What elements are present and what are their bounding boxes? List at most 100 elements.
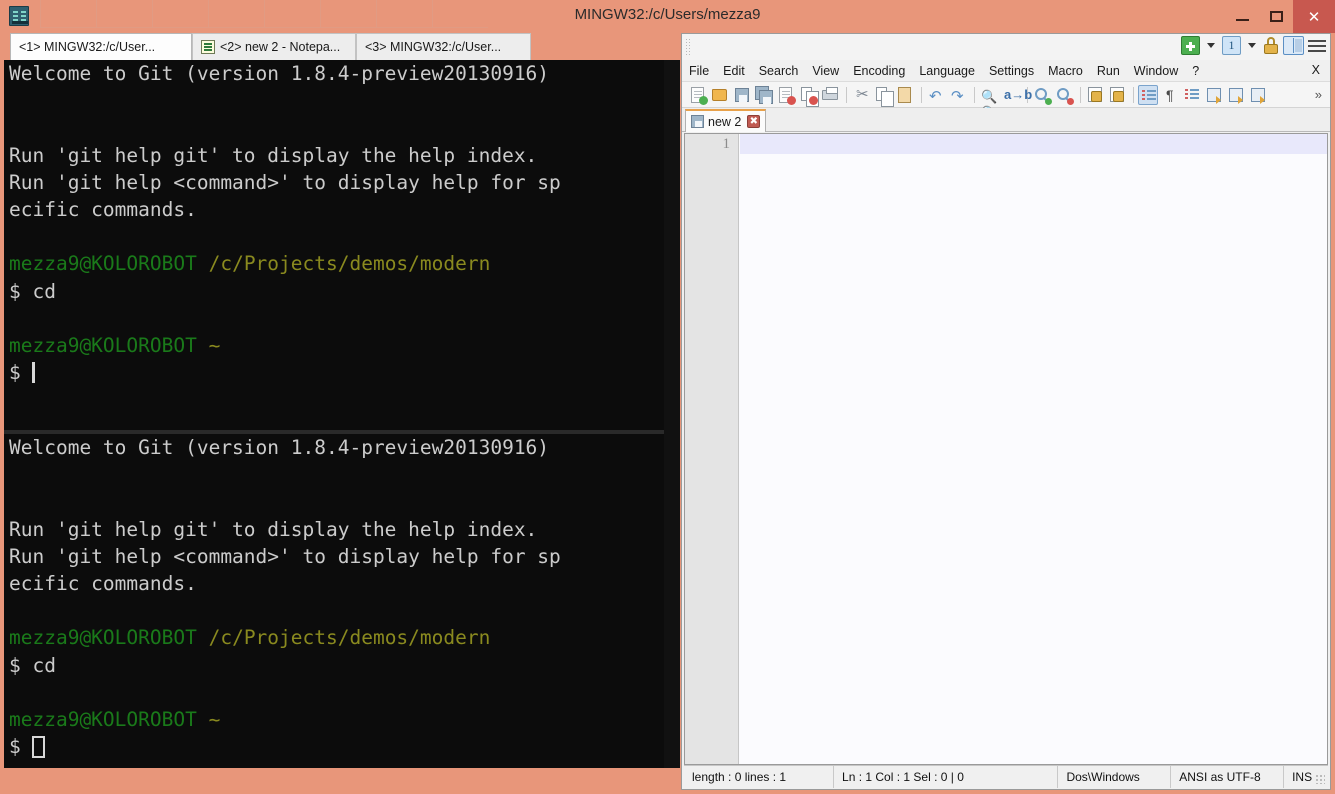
document-tab-new-2[interactable]: new 2 ✖: [685, 109, 767, 132]
terminal-line: Welcome to Git (version 1.8.4-preview201…: [9, 60, 680, 87]
copy-icon[interactable]: [873, 85, 894, 107]
menu-encoding[interactable]: Encoding: [846, 62, 912, 80]
zoom-in-icon[interactable]: [1032, 85, 1052, 105]
zoom-out-icon[interactable]: [1054, 85, 1074, 105]
terminal-text-path: /c/Projects/demos/modern: [208, 252, 491, 276]
terminal-text-normal: Welcome to Git (version 1.8.4-preview201…: [9, 436, 550, 459]
toolbar-separator: [1133, 86, 1134, 103]
menu-edit[interactable]: Edit: [716, 62, 752, 80]
function-list-icon[interactable]: [1248, 85, 1268, 105]
terminal-line: $: [9, 359, 680, 386]
status-eol-format: Dos\Windows: [1058, 765, 1172, 788]
find-icon[interactable]: 🔍🔍: [979, 85, 999, 120]
toolbar-overflow-icon[interactable]: »: [1315, 87, 1322, 102]
status-encoding: ANSI as UTF-8: [1171, 765, 1285, 788]
conemu-window: MINGW32:/c/Users/mezza9 ✕ <1> MINGW32:/c…: [0, 0, 1335, 794]
document-map-icon[interactable]: [1226, 85, 1246, 105]
console-tab-3-label: <3> MINGW32:/c/User...: [365, 40, 502, 54]
cut-icon[interactable]: ✂: [851, 85, 871, 105]
new-tab-plus-icon[interactable]: [1181, 36, 1200, 55]
split-view-icon[interactable]: [1283, 36, 1304, 55]
document-tab-label: new 2: [708, 114, 742, 129]
menu-window[interactable]: Window: [1127, 62, 1185, 80]
menu-macro[interactable]: Macro: [1041, 62, 1090, 80]
show-all-characters-icon[interactable]: ¶: [1160, 85, 1180, 105]
terminal-text-user: mezza9@KOLOROBOT: [9, 333, 209, 357]
menu-close-document-button[interactable]: X: [1312, 63, 1320, 77]
editor-area[interactable]: 1: [684, 133, 1328, 765]
console-tab-3[interactable]: <3> MINGW32:/c/User...: [356, 33, 531, 60]
terminal-line: mezza9@KOLOROBOT /c/Projects/demos/moder…: [9, 624, 680, 651]
save-all-icon[interactable]: [754, 85, 774, 105]
terminal-line: $: [9, 733, 680, 760]
open-folder-icon[interactable]: [710, 85, 730, 105]
terminal-text-normal: $ cd: [9, 279, 56, 303]
print-icon[interactable]: [820, 85, 840, 105]
terminal-text-path: ~: [208, 333, 221, 357]
console-tab-1[interactable]: <1> MINGW32:/c/User...: [10, 33, 192, 60]
close-tab-icon[interactable]: ✖: [747, 115, 761, 128]
menu-search[interactable]: Search: [752, 62, 806, 80]
console-list-dropdown-caret-icon[interactable]: [1248, 43, 1256, 48]
status-bar: length : 0 lines : 1 Ln : 1 Col : 1 Sel …: [684, 765, 1328, 788]
sync-vertical-scroll-icon[interactable]: [1085, 85, 1105, 105]
menu-run[interactable]: Run: [1090, 62, 1127, 80]
menu-language[interactable]: Language: [912, 62, 982, 80]
paste-icon[interactable]: [895, 85, 915, 105]
terminal-text-normal: $ cd: [9, 653, 56, 677]
hamburger-menu-icon[interactable]: [1308, 39, 1326, 53]
terminal-line: Run 'git help <command>' to display help…: [9, 543, 680, 570]
terminal-line: ecific commands.: [9, 196, 680, 223]
sync-horizontal-scroll-icon[interactable]: [1107, 85, 1127, 105]
notepad-plus-plus-icon: [201, 40, 215, 54]
terminal-text-normal: $: [9, 361, 33, 385]
menu-view[interactable]: View: [805, 62, 846, 80]
active-console-number-icon[interactable]: 1: [1222, 36, 1241, 55]
replace-icon[interactable]: a→b: [1001, 85, 1032, 105]
terminal-area: Welcome to Git (version 1.8.4-preview201…: [4, 60, 680, 768]
terminal-line: ecific commands.: [9, 570, 680, 597]
status-length-lines: length : 0 lines : 1: [684, 765, 835, 788]
terminal-line: $ cd: [9, 278, 680, 305]
resize-grip[interactable]: [1315, 774, 1325, 784]
terminal-line: Run 'git help git' to display the help i…: [9, 516, 680, 543]
terminal-text-normal: Run 'git help git' to display the help i…: [9, 143, 538, 167]
user-defined-language-icon[interactable]: [1204, 85, 1224, 105]
undo-icon[interactable]: ↶: [926, 85, 946, 105]
minimize-button[interactable]: [1225, 0, 1259, 33]
new-tab-dropdown-caret-icon[interactable]: [1207, 43, 1215, 48]
save-icon[interactable]: [732, 85, 752, 105]
menu-file[interactable]: File: [682, 62, 716, 80]
new-document-icon[interactable]: [688, 85, 708, 105]
toolbar: ✂ ↶ ↷ 🔍🔍 a→b ¶ »: [682, 82, 1330, 120]
close-button[interactable]: ✕: [1293, 0, 1335, 33]
maximize-button[interactable]: [1259, 0, 1293, 33]
toolbar-drag-handle[interactable]: [685, 38, 691, 55]
menu-help[interactable]: ?: [1185, 62, 1206, 80]
terminal-cursor: [32, 736, 46, 759]
console-tab-2[interactable]: <2> new 2 - Notepa...: [192, 33, 356, 60]
terminal-text-path: ~: [208, 707, 221, 731]
terminal-pane-top[interactable]: Welcome to Git (version 1.8.4-preview201…: [4, 60, 680, 430]
word-wrap-icon[interactable]: [1138, 84, 1158, 105]
menu-settings[interactable]: Settings: [982, 62, 1041, 80]
close-document-icon[interactable]: [776, 85, 796, 105]
terminal-scrollbar[interactable]: [664, 60, 680, 768]
terminal-text-user: mezza9@KOLOROBOT: [9, 252, 209, 276]
indent-guide-icon[interactable]: [1182, 85, 1202, 105]
console-tab-2-label: <2> new 2 - Notepa...: [220, 40, 341, 54]
terminal-line: Welcome to Git (version 1.8.4-preview201…: [9, 434, 680, 461]
lock-icon[interactable]: [1263, 37, 1279, 54]
terminal-pane-bottom[interactable]: Welcome to Git (version 1.8.4-preview201…: [4, 434, 680, 768]
notepad-top-bar: 1: [682, 34, 1330, 60]
notepad-plus-plus-window: 1 File Edit Search View Encoding Languag…: [681, 33, 1331, 790]
document-tab-bar: new 2 ✖: [682, 108, 1330, 132]
close-all-documents-icon[interactable]: [798, 85, 819, 107]
redo-icon[interactable]: ↷: [948, 85, 968, 105]
toolbar-separator: [1080, 86, 1081, 103]
terminal-line: mezza9@KOLOROBOT ~: [9, 332, 680, 359]
